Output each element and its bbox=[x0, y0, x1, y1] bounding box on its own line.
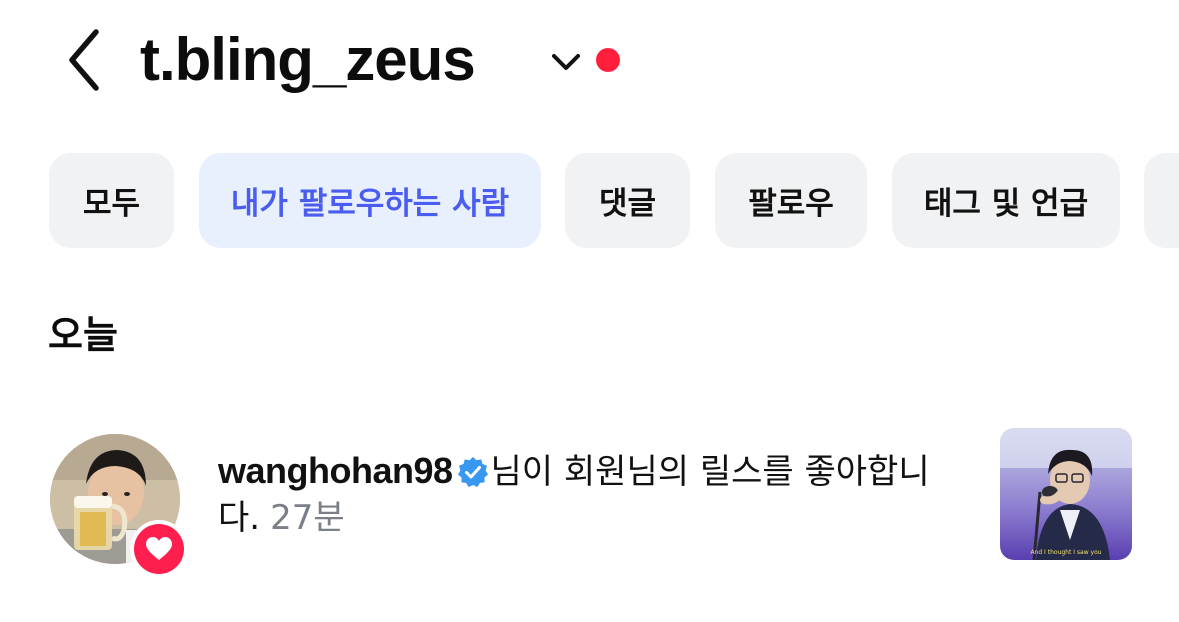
section-title-today: 오늘 bbox=[48, 313, 118, 357]
account-switch-button[interactable] bbox=[546, 46, 586, 78]
like-badge bbox=[130, 520, 188, 578]
chip-more[interactable] bbox=[1144, 153, 1179, 248]
notification-text: wanghohan98 님이 회원님의 릴스를 좋아합니다. 27분 bbox=[218, 448, 958, 541]
notification-item[interactable]: wanghohan98 님이 회원님의 릴스를 좋아합니다. 27분 And I… bbox=[0, 420, 1179, 590]
chevron-left-icon bbox=[69, 29, 99, 91]
chevron-down-icon bbox=[552, 54, 580, 70]
header: t.bling_zeus bbox=[0, 0, 1179, 130]
back-button[interactable] bbox=[52, 22, 116, 98]
timestamp: 27분 bbox=[270, 498, 345, 538]
chip-tags-mentions[interactable]: 태그 및 언급 bbox=[892, 153, 1120, 248]
chip-following[interactable]: 내가 팔로우하는 사람 bbox=[199, 153, 541, 248]
reel-thumbnail[interactable]: And I thought I saw you bbox=[1000, 428, 1132, 560]
thumbnail-caption: And I thought I saw you bbox=[1030, 549, 1102, 556]
chip-follows[interactable]: 팔로우 bbox=[715, 153, 867, 248]
page-title[interactable]: t.bling_zeus bbox=[140, 24, 476, 96]
avatar-button[interactable] bbox=[50, 434, 190, 578]
heart-icon bbox=[146, 537, 172, 560]
chip-all[interactable]: 모두 bbox=[49, 153, 174, 248]
chip-comments[interactable]: 댓글 bbox=[565, 153, 690, 248]
unread-dot bbox=[596, 48, 620, 72]
username-link[interactable]: wanghohan98 bbox=[218, 450, 453, 491]
filter-chips: 모두 내가 팔로우하는 사람 댓글 팔로우 태그 및 언급 bbox=[0, 153, 1179, 249]
verified-badge-icon bbox=[457, 456, 489, 488]
